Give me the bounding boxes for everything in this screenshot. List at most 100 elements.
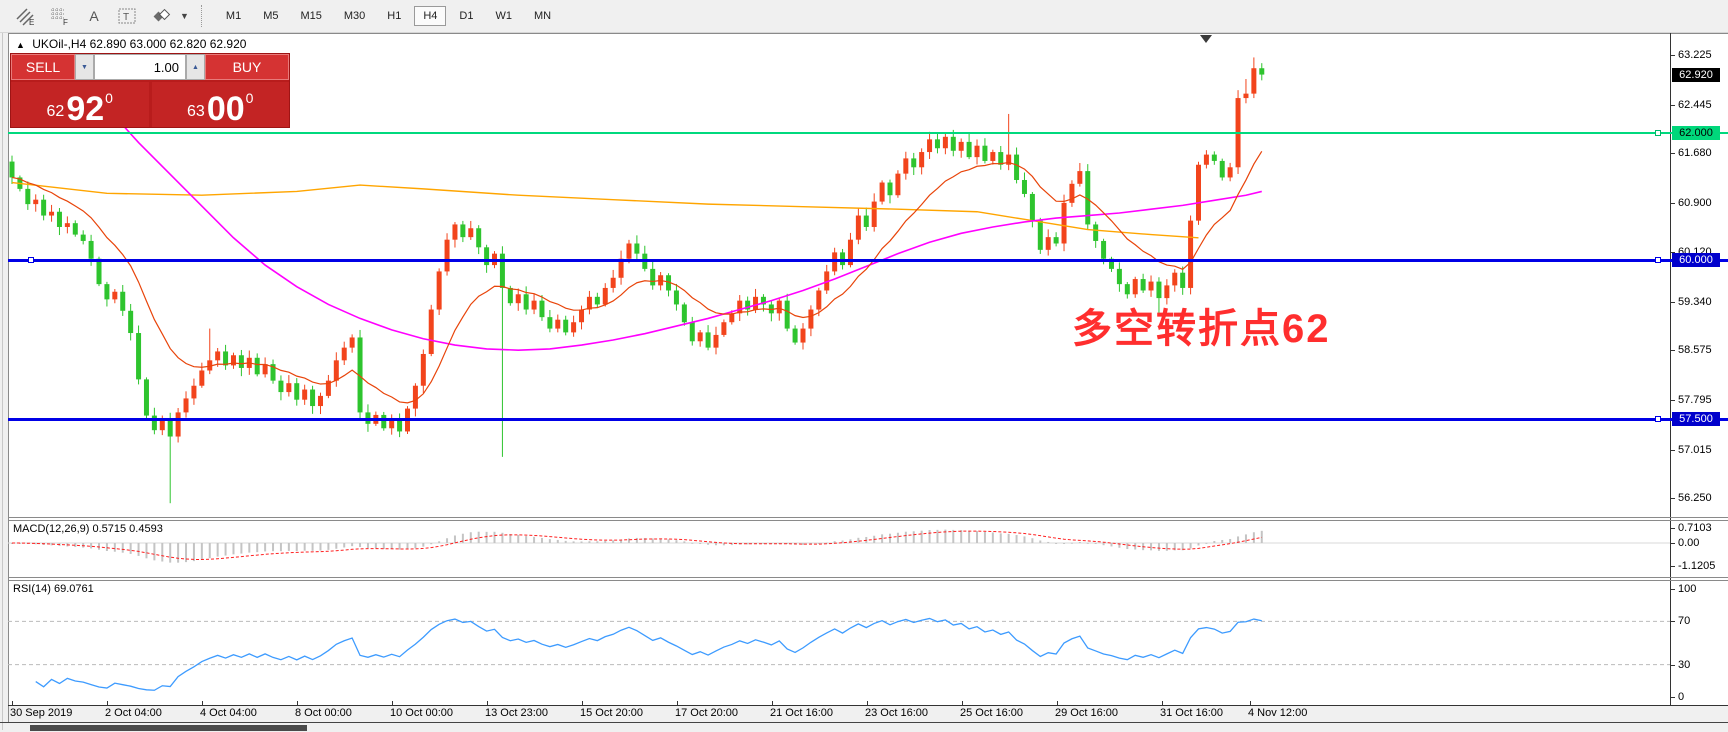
sell-price-big: 92 bbox=[66, 95, 104, 124]
price-tick-mark bbox=[1670, 302, 1675, 303]
tab-m5[interactable]: M5 bbox=[254, 6, 287, 26]
line-handle[interactable] bbox=[28, 257, 34, 263]
rsi-tick-mark bbox=[1670, 665, 1675, 666]
rsi-bottom-border bbox=[8, 705, 1728, 706]
svg-text:E: E bbox=[29, 18, 34, 26]
dropdown-caret-icon[interactable]: ▼ bbox=[180, 11, 189, 21]
macd-tick-label: 0.7103 bbox=[1678, 522, 1712, 534]
sell-price[interactable]: 62 92 0 bbox=[11, 82, 149, 127]
price-tick-label: 57.015 bbox=[1678, 444, 1712, 456]
date-tick-mark bbox=[962, 701, 963, 706]
price-tick-mark bbox=[1670, 55, 1675, 56]
date-label: 29 Oct 16:00 bbox=[1055, 707, 1118, 719]
buy-price-big: 00 bbox=[207, 95, 245, 124]
toolbar-groove bbox=[201, 5, 205, 27]
grid-f-icon[interactable]: F bbox=[48, 5, 72, 27]
rsi-tick-mark bbox=[1670, 621, 1675, 622]
macd-panel-chart[interactable] bbox=[8, 521, 1670, 577]
date-tick-mark bbox=[772, 701, 773, 706]
price-tick-label: 58.575 bbox=[1678, 344, 1712, 356]
tab-w1[interactable]: W1 bbox=[486, 6, 521, 26]
date-tick-mark bbox=[392, 701, 393, 706]
price-tick-mark bbox=[1670, 450, 1675, 451]
sell-price-sup: 0 bbox=[105, 90, 113, 106]
horizontal-scrollbar-thumb[interactable] bbox=[30, 725, 307, 731]
buy-price[interactable]: 63 00 0 bbox=[152, 82, 290, 127]
toolbar: E F A T ▼ M1 M5 M15 M30 H1 H4 D1 W1 bbox=[0, 0, 1728, 33]
macd-label: MACD(12,26,9) 0.5715 0.4593 bbox=[13, 523, 163, 535]
date-label: 17 Oct 20:00 bbox=[675, 707, 738, 719]
indicators-hatch-e-icon[interactable]: E bbox=[14, 5, 38, 27]
price-tick-mark bbox=[1670, 400, 1675, 401]
rsi-tick-label: 30 bbox=[1678, 659, 1690, 671]
date-label: 2 Oct 04:00 bbox=[105, 707, 162, 719]
date-tick-mark bbox=[677, 701, 678, 706]
line-handle[interactable] bbox=[1655, 257, 1661, 263]
volume-increase-button[interactable]: ▲ bbox=[186, 54, 205, 80]
horizontal-level-line[interactable] bbox=[8, 418, 1728, 421]
line-handle[interactable] bbox=[1655, 130, 1661, 136]
tab-h1[interactable]: H1 bbox=[378, 6, 410, 26]
macd-tick-label: 0.00 bbox=[1678, 537, 1699, 549]
price-tick-mark bbox=[1670, 153, 1675, 154]
buy-price-small: 63 bbox=[187, 103, 205, 121]
date-label: 4 Nov 12:00 bbox=[1248, 707, 1307, 719]
volume-decrease-button[interactable]: ▼ bbox=[75, 54, 94, 80]
macd-splitter[interactable] bbox=[8, 517, 1728, 518]
textbox-t-icon[interactable]: T bbox=[116, 5, 140, 27]
date-tick-mark bbox=[1162, 701, 1163, 706]
date-tick-mark bbox=[202, 701, 203, 706]
price-tick-mark bbox=[1670, 203, 1675, 204]
macd-tick-mark bbox=[1670, 528, 1675, 529]
date-label: 8 Oct 00:00 bbox=[295, 707, 352, 719]
price-tag: 57.500 bbox=[1672, 412, 1720, 426]
toolbar-icon-group: E F A T ▼ bbox=[0, 5, 189, 27]
symbol-header: ▲ UKOil-,H4 62.890 63.000 62.820 62.920 bbox=[16, 37, 246, 51]
price-tick-mark bbox=[1670, 498, 1675, 499]
window-bottom-border bbox=[0, 722, 1728, 723]
annotation-text: 多空转折点62 bbox=[1072, 296, 1331, 354]
date-label: 25 Oct 16:00 bbox=[960, 707, 1023, 719]
chart-shift-marker[interactable] bbox=[1200, 35, 1212, 43]
date-label: 4 Oct 04:00 bbox=[200, 707, 257, 719]
rsi-tick-label: 0 bbox=[1678, 691, 1684, 703]
price-tick-label: 62.445 bbox=[1678, 99, 1712, 111]
svg-text:F: F bbox=[63, 18, 68, 26]
svg-text:T: T bbox=[123, 12, 129, 23]
date-tick-mark bbox=[487, 701, 488, 706]
label-a-icon[interactable]: A bbox=[82, 5, 106, 27]
rsi-splitter[interactable] bbox=[8, 577, 1728, 578]
price-tick-label: 61.680 bbox=[1678, 147, 1712, 159]
rsi-tick-label: 100 bbox=[1678, 583, 1696, 595]
sell-price-small: 62 bbox=[47, 103, 65, 121]
rsi-tick-mark bbox=[1670, 589, 1675, 590]
price-tick-label: 56.250 bbox=[1678, 492, 1712, 504]
buy-button[interactable]: BUY bbox=[205, 54, 289, 80]
one-click-trading-panel: SELL ▼ 1.00 ▲ BUY 62 92 0 63 00 0 bbox=[10, 53, 290, 128]
tab-m15[interactable]: M15 bbox=[291, 6, 330, 26]
macd-tick-mark bbox=[1670, 543, 1675, 544]
colors-icon[interactable] bbox=[150, 5, 174, 27]
tab-mn[interactable]: MN bbox=[525, 6, 560, 26]
tab-m30[interactable]: M30 bbox=[335, 6, 374, 26]
price-tick-label: 63.225 bbox=[1678, 49, 1712, 61]
line-handle[interactable] bbox=[1655, 416, 1661, 422]
horizontal-level-line[interactable] bbox=[8, 132, 1728, 134]
window-left-outer-border bbox=[2, 33, 3, 730]
date-tick-mark bbox=[107, 701, 108, 706]
date-label: 10 Oct 00:00 bbox=[390, 707, 453, 719]
tab-h4[interactable]: H4 bbox=[414, 6, 446, 26]
sell-button[interactable]: SELL bbox=[11, 54, 75, 80]
date-tick-mark bbox=[297, 701, 298, 706]
tab-d1[interactable]: D1 bbox=[450, 6, 482, 26]
tab-m1[interactable]: M1 bbox=[217, 6, 250, 26]
date-tick-mark bbox=[582, 701, 583, 706]
rsi-tick-mark bbox=[1670, 697, 1675, 698]
horizontal-level-line[interactable] bbox=[8, 259, 1728, 262]
volume-input[interactable]: 1.00 bbox=[94, 54, 186, 80]
price-tag: 60.000 bbox=[1672, 253, 1720, 267]
date-tick-mark bbox=[1057, 701, 1058, 706]
date-label: 23 Oct 16:00 bbox=[865, 707, 928, 719]
timeframe-bar: M1 M5 M15 M30 H1 H4 D1 W1 MN bbox=[215, 6, 562, 26]
rsi-panel-chart[interactable] bbox=[8, 581, 1670, 705]
